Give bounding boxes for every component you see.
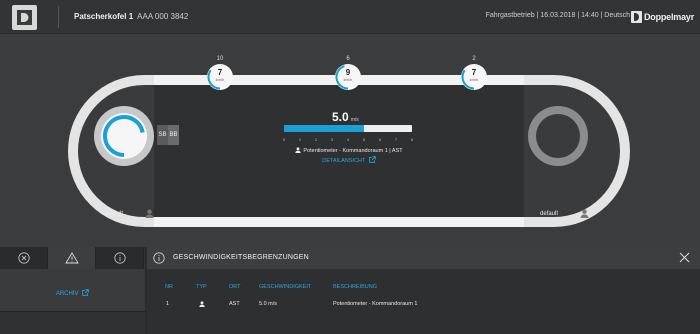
doppelmayr-d-icon: [17, 10, 32, 25]
close-circle-icon: [17, 252, 30, 264]
sensor-arc: [335, 65, 349, 90]
speed-gauge: [284, 125, 412, 132]
top-bar: Patscherkofel 1 AAA 000 3842 Fahrgastbetr…: [0, 0, 700, 34]
mountain-operator-name: default: [540, 211, 559, 217]
sensor-label: 6: [346, 56, 350, 62]
sensor-label: 10: [216, 56, 224, 62]
archive-link[interactable]: ARCHIV: [0, 289, 145, 297]
bottom-area: ARCHIV GESCHWINDIGKEITSBEGRENZUNGEN NR T…: [0, 247, 700, 334]
warning-icon: [64, 252, 79, 264]
left-panel-tabs: [0, 247, 145, 269]
user-icon[interactable]: [580, 209, 589, 218]
cell-ort: AST: [229, 301, 240, 307]
wheel-progress-arc: [103, 115, 145, 157]
sensor-arc: [461, 69, 475, 90]
external-link-icon: [368, 156, 376, 163]
gauge-tick-label: 4: [346, 137, 350, 142]
mountain-station-wheel[interactable]: [528, 106, 588, 166]
speed-source-text: Potentiometer - Kommandoraum 1 | AST: [303, 148, 403, 154]
external-link-icon: [82, 289, 89, 296]
gauge-ticks: 0 1 2 3 4 5 6 7 8: [282, 137, 414, 143]
station-title: Patscherkofel 1 AAA 000 3842: [74, 12, 188, 21]
speed-value: 5.0: [332, 110, 349, 124]
user-icon: [295, 147, 302, 153]
column-header: NR: [165, 284, 173, 290]
sb-button[interactable]: SB: [157, 125, 168, 145]
cell-speed: 5.0 m/s: [259, 301, 278, 307]
column-header: BESCHREIBUNG: [333, 284, 378, 290]
column-header: GESCHWINDIGKEIT: [259, 284, 312, 290]
column-header: ORT: [229, 284, 241, 290]
gauge-tick-label: 2: [314, 137, 318, 142]
valley-operator-name: default: [105, 211, 124, 217]
valley-station-wheel[interactable]: [94, 106, 154, 166]
sensor-label: 2: [472, 56, 476, 62]
info-icon: [153, 252, 165, 264]
gauge-tick-label: 8: [410, 137, 414, 142]
cell-description: Potentiometer - Kommandoraum 1: [333, 301, 418, 307]
wheel-hub: [536, 114, 580, 158]
gauge-tick-label: 7: [394, 137, 398, 142]
header-divider: [58, 6, 59, 28]
gauge-tick-label: 5: [362, 137, 366, 142]
speed-limits-panel: GESCHWINDIGKEITSBEGRENZUNGEN NR TYP ORT …: [147, 247, 700, 334]
gauge-tick-label: 0: [282, 137, 286, 142]
ropeway-overview: SB BB 10 7 km/h 6 9 km/h 2 7 km/h 5.0 m/s…: [0, 35, 700, 247]
gauge-tick-label: 6: [378, 137, 382, 142]
panel-title: GESCHWINDIGKEITSBEGRENZUNGEN: [173, 254, 309, 261]
tab-info[interactable]: [96, 247, 144, 269]
left-panel-body: ARCHIV: [0, 269, 145, 312]
cell-nr: 1: [166, 301, 170, 307]
detail-link-label: DETAILANSICHT: [322, 158, 366, 164]
speed-gauge-fill: [284, 125, 364, 132]
app-logo[interactable]: [12, 5, 37, 30]
gauge-tick-label: 1: [298, 137, 302, 142]
detail-link[interactable]: DETAILANSICHT: [286, 156, 412, 164]
track-bottom-rail: [154, 217, 524, 227]
user-icon[interactable]: [145, 209, 154, 218]
speed-readout: 5.0 m/s: [332, 110, 359, 124]
speed-unit: m/s: [350, 117, 359, 123]
bb-button[interactable]: BB: [168, 125, 179, 145]
user-icon: [199, 301, 205, 307]
close-icon[interactable]: [679, 252, 690, 263]
brand-mark-icon: [630, 11, 642, 23]
sensor-arc: [207, 69, 221, 90]
brand-name: Doppelmayr: [643, 12, 694, 22]
info-icon: [113, 252, 126, 264]
speed-sensor[interactable]: 7 km/h: [207, 64, 233, 90]
status-info: Fahrgastbetrieb | 16.03.2018 | 14:40 | D…: [485, 12, 630, 19]
brand-logo: Doppelmayr: [630, 9, 694, 25]
archive-link-label: ARCHIV: [55, 291, 79, 297]
column-header: TYP: [196, 284, 207, 290]
speed-sensor[interactable]: 7 km/h: [461, 64, 487, 90]
tab-warnings[interactable]: [48, 247, 96, 269]
station-id: AAA 000 3842: [137, 12, 189, 21]
station-name: Patscherkofel 1: [74, 12, 134, 21]
tab-dismiss[interactable]: [0, 247, 48, 269]
speed-sensor[interactable]: 9 km/h: [335, 64, 361, 90]
gauge-tick-label: 3: [330, 137, 334, 142]
speed-source: Potentiometer - Kommandoraum 1 | AST: [286, 147, 412, 154]
speed-limits-header: GESCHWINDIGKEITSBEGRENZUNGEN: [147, 247, 700, 269]
left-panel: ARCHIV: [0, 247, 145, 334]
